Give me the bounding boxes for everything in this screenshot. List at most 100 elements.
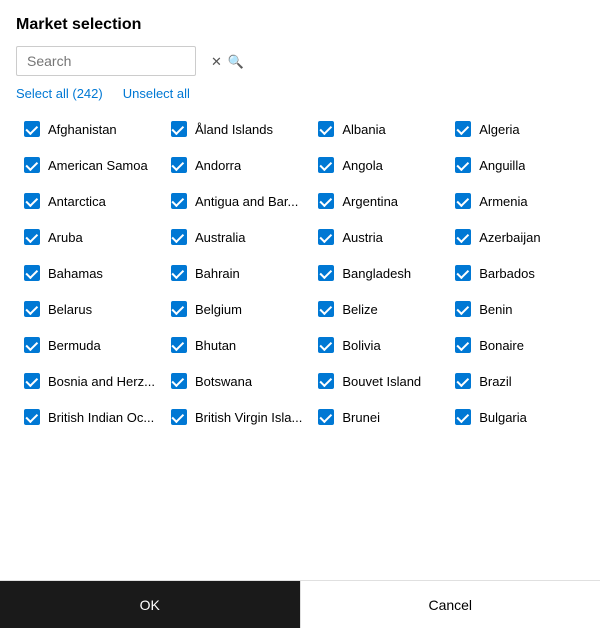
list-item[interactable]: Antarctica [16, 183, 163, 219]
market-checkbox[interactable] [171, 373, 187, 389]
market-label: Åland Islands [195, 122, 273, 137]
list-item[interactable]: Bahrain [163, 255, 310, 291]
market-checkbox[interactable] [455, 157, 471, 173]
list-item[interactable]: Andorra [163, 147, 310, 183]
search-bar[interactable]: ✕ 🔍 [16, 46, 196, 76]
bulk-select-links: Select all (242) Unselect all [16, 86, 584, 101]
market-label: Brazil [479, 374, 512, 389]
market-checkbox[interactable] [24, 265, 40, 281]
market-checkbox[interactable] [318, 301, 334, 317]
list-item[interactable]: Brunei [310, 399, 447, 435]
ok-button[interactable]: OK [0, 581, 300, 628]
market-label: Albania [342, 122, 385, 137]
search-input[interactable] [27, 53, 208, 69]
market-checkbox[interactable] [455, 229, 471, 245]
market-label: Bouvet Island [342, 374, 421, 389]
market-checkbox[interactable] [171, 157, 187, 173]
market-label: Algeria [479, 122, 519, 137]
market-checkbox[interactable] [318, 265, 334, 281]
list-item[interactable]: Afghanistan [16, 111, 163, 147]
market-checkbox[interactable] [24, 337, 40, 353]
market-checkbox[interactable] [24, 301, 40, 317]
market-checkbox[interactable] [171, 229, 187, 245]
list-item[interactable]: Bhutan [163, 327, 310, 363]
market-checkbox[interactable] [455, 409, 471, 425]
list-item[interactable]: Benin [447, 291, 584, 327]
market-checkbox[interactable] [24, 121, 40, 137]
list-item[interactable]: Bermuda [16, 327, 163, 363]
list-item[interactable]: Bonaire [447, 327, 584, 363]
search-icon-button[interactable]: 🔍 [225, 55, 247, 68]
market-checkbox[interactable] [24, 157, 40, 173]
list-item[interactable]: Belgium [163, 291, 310, 327]
market-label: Belgium [195, 302, 242, 317]
list-item[interactable]: Bouvet Island [310, 363, 447, 399]
market-checkbox[interactable] [318, 157, 334, 173]
market-label: Bonaire [479, 338, 524, 353]
market-label: Bhutan [195, 338, 236, 353]
list-item[interactable]: Belize [310, 291, 447, 327]
market-label: Antarctica [48, 194, 106, 209]
list-item[interactable]: Antigua and Bar... [163, 183, 310, 219]
select-all-link[interactable]: Select all (242) [16, 86, 103, 101]
list-item[interactable]: Armenia [447, 183, 584, 219]
list-item[interactable]: Åland Islands [163, 111, 310, 147]
market-checkbox[interactable] [171, 121, 187, 137]
market-checkbox[interactable] [455, 193, 471, 209]
list-item[interactable]: Argentina [310, 183, 447, 219]
market-label: Angola [342, 158, 382, 173]
market-checkbox[interactable] [24, 229, 40, 245]
market-label: Bahrain [195, 266, 240, 281]
market-checkbox[interactable] [24, 373, 40, 389]
market-checkbox[interactable] [171, 301, 187, 317]
market-label: Belize [342, 302, 377, 317]
list-item[interactable]: Australia [163, 219, 310, 255]
market-checkbox[interactable] [171, 337, 187, 353]
market-label: Australia [195, 230, 246, 245]
list-item[interactable]: British Indian Oc... [16, 399, 163, 435]
list-item[interactable]: Bangladesh [310, 255, 447, 291]
market-label: Afghanistan [48, 122, 117, 137]
list-item[interactable]: Bulgaria [447, 399, 584, 435]
cancel-button[interactable]: Cancel [300, 581, 600, 628]
market-checkbox[interactable] [171, 193, 187, 209]
market-checkbox[interactable] [455, 265, 471, 281]
list-item[interactable]: Albania [310, 111, 447, 147]
list-item[interactable]: Algeria [447, 111, 584, 147]
list-item[interactable]: Bahamas [16, 255, 163, 291]
market-list-container[interactable]: Afghanistan Åland Islands Albania Algeria Am… [16, 111, 584, 580]
list-item[interactable]: Botswana [163, 363, 310, 399]
market-checkbox[interactable] [318, 193, 334, 209]
list-item[interactable]: Bosnia and Herz... [16, 363, 163, 399]
list-item[interactable]: Bolivia [310, 327, 447, 363]
market-checkbox[interactable] [318, 373, 334, 389]
list-item[interactable]: Barbados [447, 255, 584, 291]
clear-search-button[interactable]: ✕ [208, 55, 225, 68]
market-checkbox[interactable] [318, 409, 334, 425]
market-checkbox[interactable] [24, 193, 40, 209]
market-label: Benin [479, 302, 512, 317]
market-checkbox[interactable] [171, 409, 187, 425]
market-checkbox[interactable] [455, 373, 471, 389]
market-checkbox[interactable] [318, 337, 334, 353]
list-item[interactable]: Azerbaijan [447, 219, 584, 255]
market-label: Antigua and Bar... [195, 194, 298, 209]
market-checkbox[interactable] [171, 265, 187, 281]
market-checkbox[interactable] [455, 301, 471, 317]
list-item[interactable]: Austria [310, 219, 447, 255]
footer: OK Cancel [0, 580, 600, 628]
list-item[interactable]: Anguilla [447, 147, 584, 183]
unselect-all-link[interactable]: Unselect all [123, 86, 190, 101]
list-item[interactable]: British Virgin Isla... [163, 399, 310, 435]
list-item[interactable]: Aruba [16, 219, 163, 255]
market-checkbox[interactable] [455, 121, 471, 137]
list-item[interactable]: Angola [310, 147, 447, 183]
market-checkbox[interactable] [455, 337, 471, 353]
list-item[interactable]: Brazil [447, 363, 584, 399]
panel-title: Market selection [16, 16, 584, 34]
market-checkbox[interactable] [318, 229, 334, 245]
market-checkbox[interactable] [24, 409, 40, 425]
list-item[interactable]: Belarus [16, 291, 163, 327]
list-item[interactable]: American Samoa [16, 147, 163, 183]
market-checkbox[interactable] [318, 121, 334, 137]
